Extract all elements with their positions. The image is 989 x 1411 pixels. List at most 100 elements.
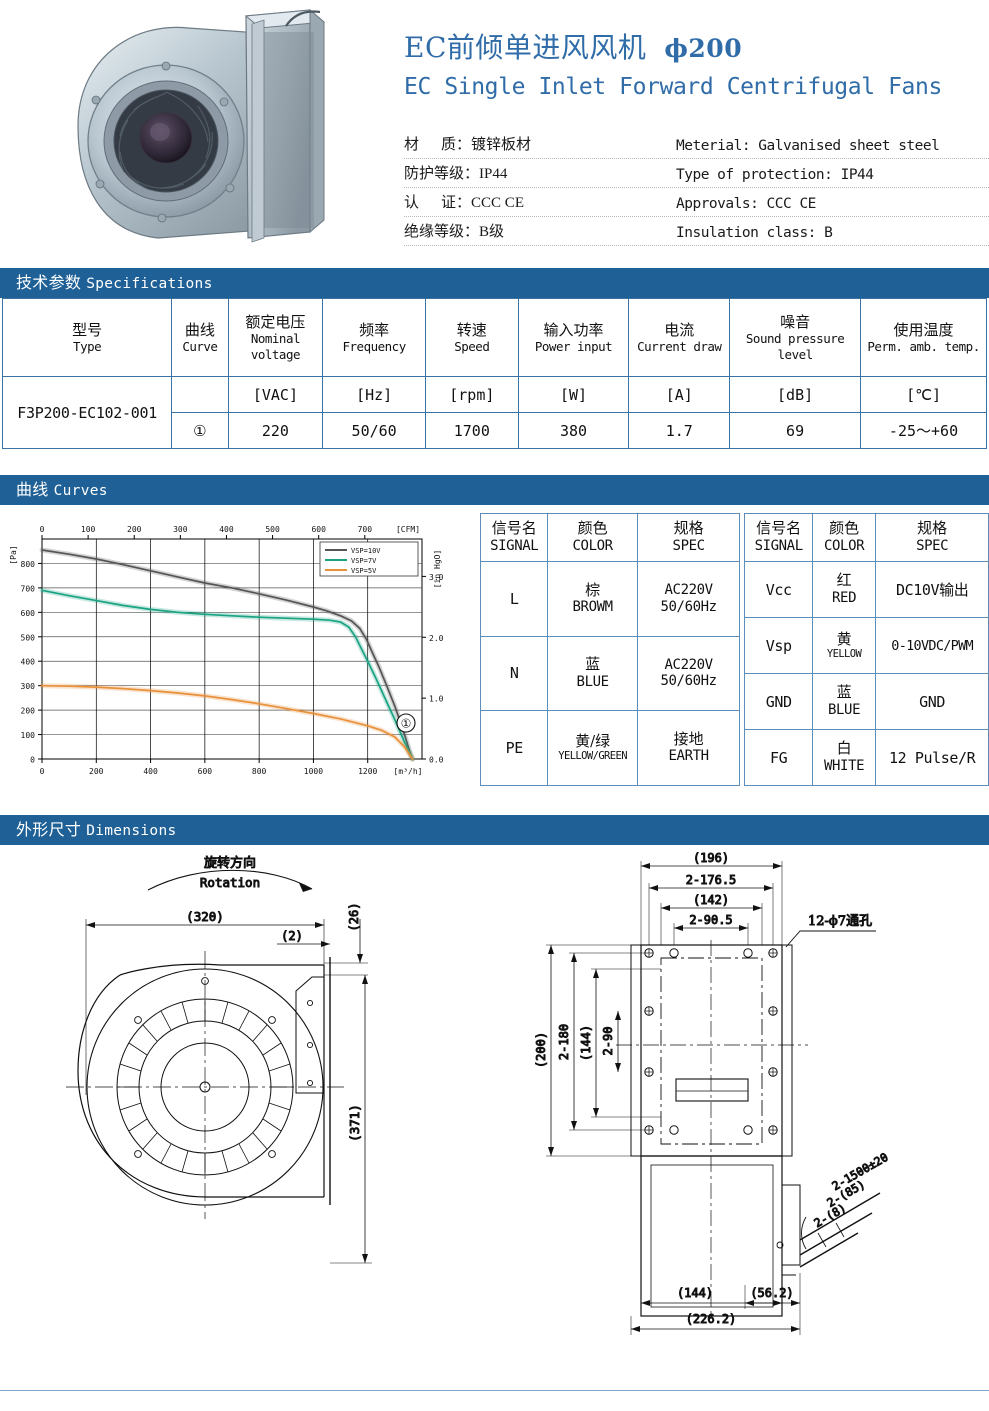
signal-name: PE — [479, 710, 549, 786]
signal-spec: AC220V 50/60Hz — [636, 635, 741, 712]
spec-cell-temp-value: -25～+60 — [860, 412, 987, 449]
signal-col-name: 信号名 SIGNAL — [744, 513, 813, 562]
svg-text:700: 700 — [21, 584, 36, 593]
svg-text:(144): (144) — [579, 1025, 593, 1061]
signal-name: GND — [744, 673, 813, 730]
power-signal-table: 信号名 SIGNAL 颜色 COLOR 规格 SPEC L 棕 BROWM AC… — [479, 513, 741, 786]
svg-text:100: 100 — [21, 731, 36, 740]
table-row: N 蓝 BLUE AC220V 50/60Hz — [479, 635, 741, 712]
property-cn-label: 材 — [404, 137, 420, 153]
svg-text:200: 200 — [21, 707, 36, 716]
svg-text:400: 400 — [143, 767, 158, 776]
svg-text:(26): (26) — [347, 903, 361, 932]
svg-text:400: 400 — [21, 658, 36, 667]
property-cn: 绝缘等级：B级 — [404, 224, 505, 240]
signal-color: 白 WHITE — [811, 729, 877, 786]
dimensions-drawings: 旋转方向 Rotation (320) (2) (26) (371) (196)… — [0, 845, 989, 1390]
signal-spec: 0-10VDC/PWM — [875, 617, 989, 674]
signal-spec: DC10V输出 — [875, 561, 989, 618]
svg-text:0: 0 — [30, 756, 35, 765]
section-title-cn: 曲线 — [16, 480, 49, 499]
svg-text:VSP=10V: VSP=10V — [351, 547, 381, 555]
signal-color: 蓝 BLUE — [547, 635, 638, 712]
spec-cell-type: F3P200-EC102-001 — [1, 376, 173, 449]
table-row: Vsp 黄 YELLOW 0-10VDC/PWM — [744, 617, 989, 674]
spec-col-noise: 噪音 Sound pressure level — [729, 298, 862, 377]
svg-text:(56.2): (56.2) — [750, 1286, 793, 1300]
svg-text:(200): (200) — [534, 1032, 548, 1068]
svg-text:100: 100 — [81, 525, 96, 534]
title-cn-text: EC前倾单进风风机 — [404, 31, 647, 64]
spec-col-speed: 转速 Speed — [424, 298, 519, 377]
property-en: Type of protection: IP44 — [676, 167, 874, 183]
property-row: 材质：镀锌板材 Meterial: Galvanised sheet steel — [404, 130, 989, 159]
svg-text:1000: 1000 — [304, 767, 323, 776]
svg-text:500: 500 — [265, 525, 280, 534]
svg-text:2-176.5: 2-176.5 — [686, 873, 737, 887]
svg-text:VSP=5V: VSP=5V — [351, 567, 377, 575]
spec-cell-current-unit: [A] — [628, 376, 731, 413]
spec-col-current: 电流 Current draw — [628, 298, 731, 377]
spec-cell-current-value: 1.7 — [628, 412, 731, 449]
property-row: 绝缘等级：B级 Insulation class: B — [404, 217, 989, 246]
signal-color: 红 RED — [811, 561, 877, 618]
svg-text:12-ϕ7通孔: 12-ϕ7通孔 — [808, 914, 872, 929]
svg-text:(226.2): (226.2) — [686, 1312, 737, 1326]
section-title-cn: 技术参数 — [16, 273, 82, 292]
property-cn-label: 防护等级 — [404, 166, 465, 182]
signal-name: Vcc — [744, 561, 813, 618]
right-view-drawing: (196) 2-176.5 (142) 2-90.5 12-ϕ7通孔 (200)… — [534, 851, 891, 1335]
spec-cell-noise-value: 69 — [729, 412, 862, 449]
title-diameter: ϕ200 — [664, 34, 743, 63]
svg-text:旋转方向: 旋转方向 — [204, 855, 256, 871]
property-en: Meterial: Galvanised sheet steel — [676, 138, 940, 154]
section-title-en: Curves — [53, 483, 108, 499]
svg-text:(144): (144) — [677, 1286, 713, 1300]
spec-header-row: 型号 Type 曲线 Curve 额定电压 Nominal voltage 频率… — [1, 298, 987, 377]
header-section: EC前倾单进风风机 ϕ200 EC Single Inlet Forward Ce… — [0, 0, 989, 268]
svg-text:300: 300 — [173, 525, 188, 534]
svg-text:0: 0 — [40, 767, 45, 776]
section-title-en: Dimensions — [86, 823, 177, 839]
table-row: L 棕 BROWM AC220V 50/60Hz — [479, 561, 741, 637]
signal-tables: 信号名 SIGNAL 颜色 COLOR 规格 SPEC L 棕 BROWM AC… — [479, 513, 989, 786]
signal-name: Vsp — [744, 617, 813, 674]
svg-text:800: 800 — [252, 767, 267, 776]
svg-text:(371): (371) — [347, 1104, 362, 1142]
signal-header-row: 信号名 SIGNAL 颜色 COLOR 规格 SPEC — [479, 513, 741, 562]
specifications-table: 型号 Type 曲线 Curve 额定电压 Nominal voltage 频率… — [1, 298, 987, 449]
property-cn-value: CCC CE — [471, 195, 524, 211]
section-title-cn: 外形尺寸 — [16, 820, 82, 839]
spec-col-voltage: 额定电压 Nominal voltage — [227, 298, 324, 377]
performance-chart-svg: 0100200300400500600700800[Pa] 0 200 400 600… — [9, 525, 444, 776]
property-cn-value: 镀锌板材 — [471, 137, 532, 153]
curve-marker: ① — [396, 713, 416, 733]
property-cn-value: IP44 — [479, 166, 508, 182]
property-cn-value: B级 — [479, 224, 505, 240]
spec-col-type: 型号 Type — [1, 298, 173, 377]
svg-text:①: ① — [401, 717, 412, 731]
spec-cell-voltage-unit: [VAC] — [227, 376, 324, 413]
signal-name: FG — [744, 729, 813, 786]
section-header-specifications: 技术参数 Specifications — [0, 268, 989, 298]
signal-col-spec: 规格 SPEC — [636, 513, 741, 562]
svg-text:(142): (142) — [693, 893, 729, 907]
svg-text:600: 600 — [198, 767, 213, 776]
datasheet-page: EC前倾单进风风机 ϕ200 EC Single Inlet Forward Ce… — [0, 0, 989, 1411]
svg-text:VSP=7V: VSP=7V — [351, 557, 377, 565]
property-en: Approvals: CCC CE — [676, 196, 816, 212]
svg-text:[CFM]: [CFM] — [396, 525, 420, 534]
fan-photo — [77, 8, 326, 243]
table-row: PE 黄/绿 YELLOW/GREEN 接地 EARTH — [479, 710, 741, 786]
spec-col-temp: 使用温度 Perm. amb. temp. — [860, 298, 987, 377]
dimensions-svg: 旋转方向 Rotation (320) (2) (26) (371) (196)… — [66, 851, 891, 1335]
property-cn-label2: 质 — [441, 137, 457, 153]
svg-text:1.0: 1.0 — [429, 695, 444, 704]
signal-col-color: 颜色 COLOR — [811, 513, 877, 562]
svg-text:[in HgO]: [in HgO] — [433, 550, 442, 589]
spec-units-row: F3P200-EC102-001 [VAC] [Hz] [rpm] [W] [A… — [1, 376, 987, 449]
table-row: GND 蓝 BLUE GND — [744, 673, 989, 730]
svg-text:0: 0 — [40, 525, 45, 534]
spec-cell-speed-unit: [rpm] — [424, 376, 519, 413]
signal-color: 黄/绿 YELLOW/GREEN — [547, 710, 638, 786]
